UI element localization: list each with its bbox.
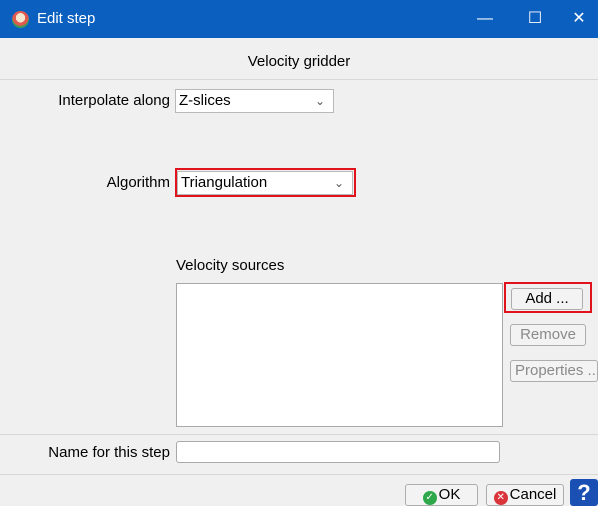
chevron-down-icon: ⌄: [314, 94, 325, 108]
title-bar: Edit step — ☐ ✕: [0, 0, 598, 38]
algorithm-label: Algorithm: [106, 174, 170, 191]
window-title: Edit step: [37, 10, 96, 27]
maximize-button[interactable]: ☐: [510, 0, 560, 38]
close-button[interactable]: ✕: [560, 0, 598, 38]
interpolate-value: Z-slices: [179, 92, 231, 109]
step-name-label: Name for this step: [48, 444, 170, 461]
interpolate-label: Interpolate along: [58, 92, 170, 109]
step-name-input[interactable]: [176, 441, 500, 463]
cancel-label: Cancel: [509, 486, 557, 503]
footer-divider: [0, 474, 598, 475]
page-title: Velocity gridder: [247, 53, 351, 70]
name-divider-top: [0, 434, 598, 435]
check-circle-icon: ✓: [422, 491, 437, 505]
ok-button[interactable]: ✓ OK: [405, 484, 478, 506]
minimize-button[interactable]: —: [460, 0, 510, 38]
add-highlight-box: [504, 282, 592, 313]
algorithm-highlight-box: [175, 168, 356, 197]
velocity-sources-list[interactable]: [176, 283, 503, 427]
app-logo-icon: [12, 11, 29, 28]
cancel-button[interactable]: ✕ Cancel: [486, 484, 564, 506]
ok-label: OK: [438, 486, 461, 503]
properties-button[interactable]: Properties ...: [510, 360, 598, 382]
x-circle-icon: ✕: [493, 491, 508, 505]
help-icon[interactable]: ?: [570, 479, 598, 506]
velocity-sources-label: Velocity sources: [176, 257, 285, 274]
interpolate-dropdown[interactable]: Z-slices ⌄: [175, 89, 334, 113]
remove-button[interactable]: Remove: [510, 324, 586, 346]
header-divider: [0, 79, 598, 80]
